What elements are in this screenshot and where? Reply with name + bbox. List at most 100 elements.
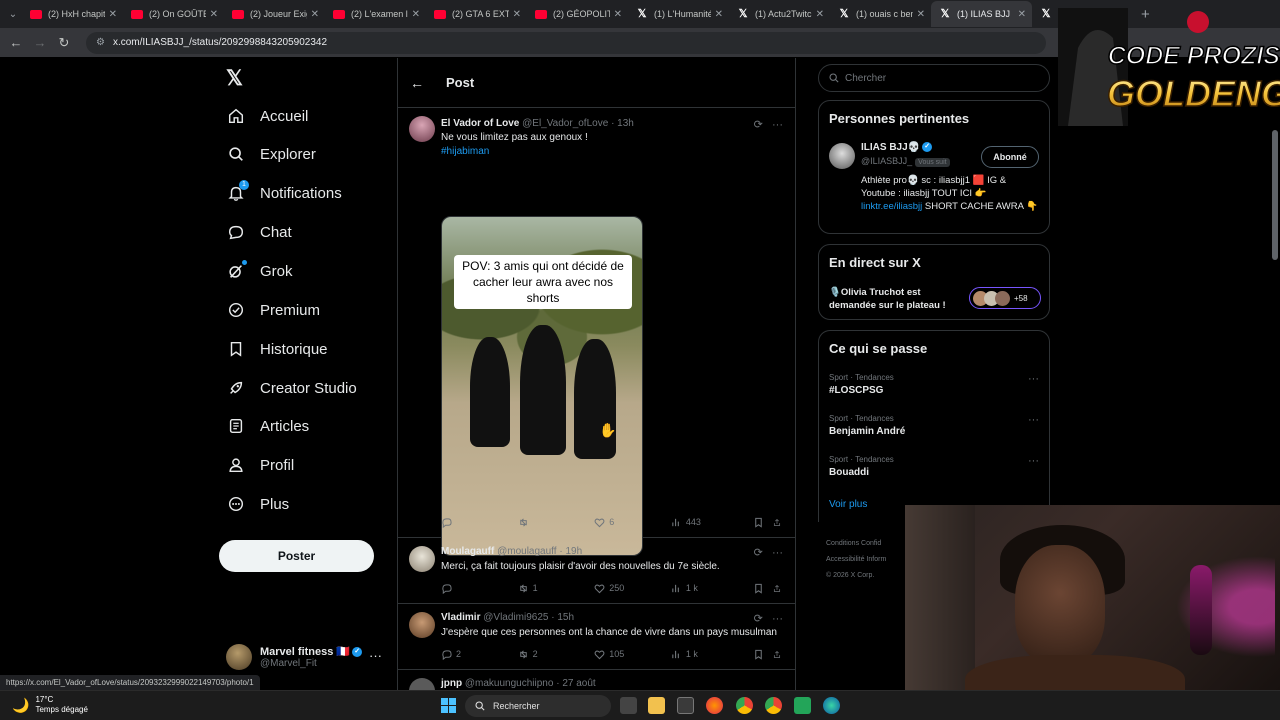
following-button[interactable]: Abonné (981, 146, 1039, 168)
browser-tab[interactable]: 𝕏 (1) Actu2Twitch ✕ (729, 1, 830, 27)
nav-item-profil[interactable]: Profil (218, 451, 294, 479)
discord-icon[interactable] (794, 697, 811, 714)
bio-link[interactable]: linktr.ee/iliasbjj (861, 201, 922, 212)
browser-tab[interactable]: (2) Joueur Exigé ✕ (224, 1, 325, 27)
tweet[interactable]: jpnp @makuunguchiipno · 27 août (398, 670, 795, 690)
nav-item-accueil[interactable]: Accueil (218, 102, 308, 130)
retweet-button[interactable]: 2 (518, 649, 595, 660)
url-field[interactable]: ⚙ x.com/ILIASBJJ_/status/209299884320590… (86, 31, 1046, 54)
store-icon[interactable] (677, 697, 694, 714)
nav-item-explorer[interactable]: Explorer (218, 140, 316, 168)
trend-item[interactable]: Sport · Tendances #LOSCPSG ··· (829, 373, 1043, 396)
tweet[interactable]: El Vador of Love @El_Vador_ofLove · 13h … (398, 108, 795, 556)
tab-search-icon[interactable]: ⌄ (4, 5, 22, 23)
browser-tab[interactable]: (2) GÉOPOLITI ✕ (527, 1, 628, 27)
avatar[interactable] (409, 546, 435, 572)
like-button[interactable]: 105 (594, 649, 671, 660)
nav-item-notifications[interactable]: 1 Notifications (218, 179, 342, 207)
search-input[interactable]: Chercher (818, 64, 1050, 92)
hashtag-link[interactable]: #hijabiman (441, 146, 489, 157)
reply-button[interactable] (441, 517, 518, 528)
avatar[interactable] (409, 612, 435, 638)
close-icon[interactable]: ✕ (412, 9, 420, 20)
browser-tab[interactable]: 𝕏 (1) ILIAS BJJ 💀 ✕ (931, 1, 1032, 27)
x-logo-icon[interactable]: 𝕏 (226, 66, 243, 91)
close-icon[interactable]: ✕ (614, 9, 622, 20)
tweet-time[interactable]: · 19h (559, 546, 582, 557)
browser-tab[interactable]: (2) HxH chapitre ✕ (22, 1, 123, 27)
grok-icon[interactable]: ⟳ (754, 119, 763, 131)
author-handle[interactable]: @moulagauff (497, 546, 556, 557)
browser-tab[interactable]: (2) L'examen le ✕ (325, 1, 426, 27)
more-icon[interactable]: ··· (1028, 414, 1039, 426)
more-icon[interactable]: ··· (772, 547, 783, 559)
live-avatars[interactable]: +58 (969, 287, 1041, 309)
forward-icon[interactable]: → (28, 35, 52, 50)
task-view-icon[interactable] (620, 697, 637, 714)
author-name[interactable]: jpnp (441, 678, 462, 689)
author-name[interactable]: Vladimir (441, 612, 480, 623)
grok-icon[interactable]: ⟳ (754, 613, 763, 625)
tweet-time[interactable]: · 13h (611, 118, 634, 129)
more-icon[interactable]: ··· (1028, 373, 1039, 385)
trend-item[interactable]: Sport · Tendances Bouaddi ··· (829, 455, 1043, 478)
share-button[interactable] (773, 649, 785, 660)
more-icon[interactable]: ··· (1028, 455, 1039, 467)
browser-tab[interactable]: (2) On GOÛTE ✕ (123, 1, 224, 27)
bookmark-button[interactable] (753, 517, 773, 528)
tweet[interactable]: Vladimir @Vladimi9625 · 15h ⟳ ··· J'espè… (398, 604, 795, 670)
tweet-time[interactable]: · 27 août (556, 678, 595, 689)
author-handle[interactable]: @Vladimi9625 (483, 612, 548, 623)
nav-item-premium[interactable]: Premium (218, 296, 320, 324)
reply-button[interactable]: 2 (441, 649, 518, 660)
back-arrow-icon[interactable]: ← (410, 75, 430, 91)
more-icon[interactable]: ··· (772, 613, 783, 625)
file-explorer-icon[interactable] (648, 697, 665, 714)
views-button[interactable]: 443 (671, 517, 754, 528)
windows-start-icon[interactable] (441, 698, 456, 713)
footer-line[interactable]: Conditions Confid (826, 536, 886, 552)
tweet-video[interactable]: POV: 3 amis qui ont décidé de cacher leu… (441, 216, 643, 556)
avatar[interactable] (409, 678, 435, 690)
live-card[interactable]: En direct sur X 🎙️Olivia Truchot est dem… (818, 244, 1050, 320)
views-button[interactable]: 1 k (671, 649, 754, 660)
tweet-time[interactable]: · 15h (551, 612, 574, 623)
browser-tab[interactable]: 𝕏 (1) ouais c ben ✕ (830, 1, 931, 27)
close-icon[interactable]: ✕ (311, 9, 319, 20)
edge-icon[interactable] (823, 697, 840, 714)
close-icon[interactable]: ✕ (513, 9, 521, 20)
close-icon[interactable]: ✕ (715, 9, 723, 20)
back-icon[interactable]: ← (4, 35, 28, 50)
close-icon[interactable]: ✕ (1018, 9, 1026, 20)
retweet-button[interactable] (518, 517, 595, 528)
grok-icon[interactable]: ⟳ (754, 547, 763, 559)
avatar[interactable] (409, 116, 435, 142)
person-handle[interactable]: @ILIASBJJ_ (861, 156, 912, 166)
close-icon[interactable]: ✕ (210, 9, 218, 20)
author-name[interactable]: El Vador of Love (441, 118, 519, 129)
bookmark-button[interactable] (753, 649, 773, 660)
account-switcher[interactable]: Marvel fitness 🇫🇷 ✓ @Marvel_Fit ··· (226, 642, 386, 672)
nav-item-chat[interactable]: Chat (218, 218, 292, 246)
see-more-link[interactable]: Voir plus (829, 499, 867, 510)
nav-item-creator-studio[interactable]: Creator Studio (218, 374, 357, 402)
nav-item-grok[interactable]: Grok (218, 257, 293, 285)
author-name[interactable]: Moulagauff (441, 546, 494, 557)
nav-item-historique[interactable]: Historique (218, 335, 328, 363)
share-button[interactable] (773, 517, 785, 528)
scrollbar-thumb[interactable] (1272, 130, 1278, 260)
browser-tab[interactable]: (2) GTA 6 EXTE ✕ (426, 1, 527, 27)
trend-item[interactable]: Sport · Tendances Benjamin André ··· (829, 414, 1043, 437)
views-button[interactable]: 1 k (671, 583, 754, 594)
person-name[interactable]: ILIAS BJJ💀 (861, 142, 920, 153)
share-button[interactable] (773, 583, 785, 594)
nav-item-plus[interactable]: Plus (218, 490, 289, 518)
avatar[interactable] (829, 143, 855, 169)
bookmark-button[interactable] (753, 583, 773, 594)
footer-line[interactable]: Accessibilité Inform (826, 552, 886, 568)
close-icon[interactable]: ✕ (109, 9, 117, 20)
close-icon[interactable]: ✕ (816, 9, 824, 20)
nav-item-articles[interactable]: Articles (218, 412, 309, 440)
weather-widget[interactable]: 🌙 17°C Temps dégagé (12, 695, 88, 715)
reload-icon[interactable]: ↻ (52, 35, 76, 51)
